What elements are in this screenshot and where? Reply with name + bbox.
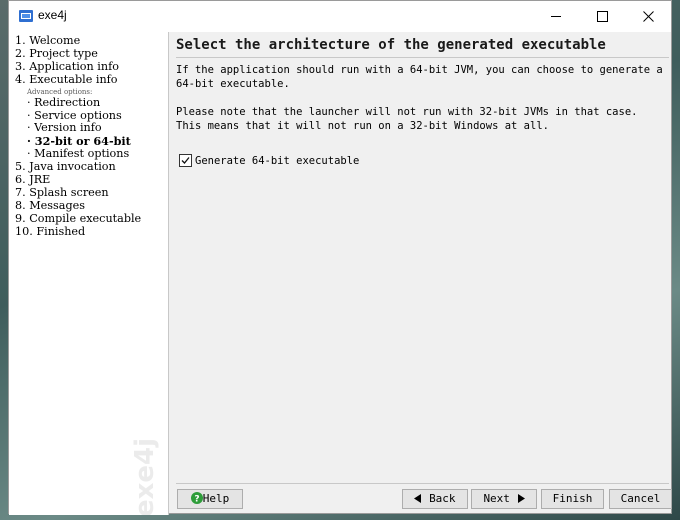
step-compile-executable[interactable]: 9. Compile executable: [15, 212, 141, 226]
step-welcome[interactable]: 1. Welcome: [15, 34, 141, 48]
title-bar[interactable]: exe4j: [9, 1, 671, 32]
exe4j-watermark: exe4j: [130, 438, 160, 515]
main-content: Select the architecture of the generated…: [169, 32, 672, 513]
step-splash-screen[interactable]: 7. Splash screen: [15, 186, 141, 200]
cancel-button-label: Cancel: [620, 492, 661, 505]
cancel-button[interactable]: Cancel: [609, 489, 672, 509]
wizard-steps-sidebar: 1. Welcome 2. Project type 3. Applicatio…: [9, 32, 169, 515]
step-executable-info[interactable]: 4. Executable info: [15, 73, 141, 87]
finish-button-label: Finish: [552, 492, 593, 505]
description-paragraph-1: If the application should run with a 64-…: [176, 63, 663, 91]
next-button-label: Next: [483, 492, 510, 505]
help-button[interactable]: ? Help: [177, 489, 243, 509]
svg-text:?: ?: [194, 495, 199, 505]
close-button[interactable]: [626, 1, 672, 32]
back-button[interactable]: Back: [402, 489, 468, 509]
generate-64bit-label[interactable]: Generate 64-bit executable: [195, 154, 359, 168]
maximize-button[interactable]: [580, 1, 626, 32]
checkmark-icon: [181, 157, 190, 164]
help-icon: ?: [190, 492, 203, 505]
watermark-text: exe4j: [130, 438, 160, 515]
step-project-type[interactable]: 2. Project type: [15, 47, 141, 61]
wizard-steps-list: 1. Welcome 2. Project type 3. Applicatio…: [15, 34, 141, 239]
exe4j-app-icon: [19, 10, 33, 22]
generate-64bit-checkbox[interactable]: [179, 154, 192, 167]
maximize-icon: [597, 11, 608, 22]
description-line: Please note that the launcher will not r…: [176, 106, 638, 118]
triangle-right-icon: [517, 493, 525, 503]
heading-divider: [176, 57, 669, 58]
close-icon: [643, 11, 654, 22]
window-title: exe4j: [38, 8, 67, 22]
step-messages[interactable]: 8. Messages: [15, 199, 141, 213]
description-line: 64-bit executable.: [176, 78, 290, 90]
next-button[interactable]: Next: [471, 489, 537, 509]
minimize-button[interactable]: [534, 1, 580, 32]
description-paragraph-2: Please note that the launcher will not r…: [176, 105, 637, 133]
finish-button[interactable]: Finish: [541, 489, 604, 509]
description-line: This means that it will not run on a 32-…: [176, 120, 549, 132]
minimize-icon: [551, 16, 561, 17]
step-finished[interactable]: 10. Finished: [15, 225, 141, 239]
footer-divider: [176, 483, 669, 484]
page-title: Select the architecture of the generated…: [176, 37, 606, 53]
exe4j-window: exe4j 1. Welcome 2. Project type 3. Appl…: [8, 0, 672, 515]
description-line: If the application should run with a 64-…: [176, 64, 663, 76]
step-redirection[interactable]: Redirection: [15, 96, 141, 110]
step-application-info[interactable]: 3. Application info: [15, 60, 141, 74]
help-button-label: Help: [202, 492, 230, 505]
back-button-label: Back: [429, 492, 456, 505]
triangle-left-icon: [414, 493, 422, 503]
